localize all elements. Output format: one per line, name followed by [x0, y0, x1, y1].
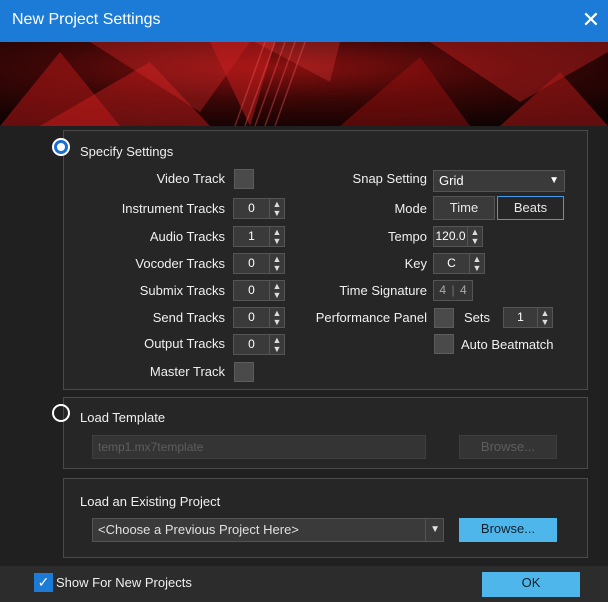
key-value: C [447, 256, 456, 270]
vocoder-tracks-value: 0 [248, 256, 255, 270]
template-browse-button[interactable]: Browse... [459, 435, 557, 459]
output-tracks-stepper[interactable]: 0 ▲ ▼ [233, 334, 285, 355]
checkmark-icon: ✓ [37, 574, 50, 590]
snap-setting-select[interactable]: Grid ▼ [433, 170, 565, 192]
stepper-arrows-icon[interactable]: ▲ ▼ [269, 308, 284, 327]
submix-tracks-stepper[interactable]: 0 ▲ ▼ [233, 280, 285, 301]
specify-settings-radio[interactable] [52, 138, 70, 156]
send-tracks-stepper[interactable]: 0 ▲ ▼ [233, 307, 285, 328]
close-icon[interactable]: ✕ [578, 6, 604, 34]
send-tracks-label: Send Tracks [152, 310, 225, 325]
vocoder-tracks-stepper[interactable]: 0 ▲ ▼ [233, 253, 285, 274]
sets-value: 1 [517, 310, 524, 324]
load-existing-label: Load an Existing Project [80, 494, 221, 509]
sets-label: Sets [464, 310, 491, 325]
load-template-label: Load Template [80, 410, 166, 425]
video-track-checkbox[interactable] [234, 169, 254, 189]
window-title: New Project Settings [12, 11, 161, 28]
mode-label: Mode [394, 201, 427, 216]
time-signature-denominator: 4 [459, 283, 467, 297]
previous-project-placeholder: <Choose a Previous Project Here> [98, 522, 299, 537]
performance-panel-checkbox[interactable] [434, 308, 454, 328]
previous-project-select[interactable]: <Choose a Previous Project Here> ▼ [92, 518, 444, 542]
instrument-tracks-stepper[interactable]: 0 ▲ ▼ [233, 198, 285, 219]
time-signature-numerator: 4 [439, 283, 447, 297]
show-new-projects-label: Show For New Projects [56, 575, 192, 590]
time-signature-field[interactable]: 4 | 4 [433, 280, 473, 301]
stepper-arrows-icon[interactable]: ▲ ▼ [469, 254, 484, 273]
chevron-down-icon: ▼ [549, 175, 559, 186]
key-label: Key [404, 256, 427, 271]
mode-time-button[interactable]: Time [433, 196, 495, 220]
tempo-stepper[interactable]: 120.0 ▲ ▼ [433, 226, 483, 247]
tempo-label: Tempo [387, 229, 427, 244]
audio-tracks-label: Audio Tracks [149, 229, 225, 244]
template-browse-label: Browse... [480, 439, 536, 454]
performance-panel-label: Performance Panel [315, 310, 427, 325]
audio-tracks-value: 1 [248, 229, 255, 243]
submix-tracks-value: 0 [248, 283, 255, 297]
existing-browse-button[interactable]: Browse... [459, 518, 557, 542]
existing-browse-label: Browse... [480, 521, 536, 536]
title-bar: New Project Settings ✕ [0, 0, 608, 42]
key-stepper[interactable]: C ▲ ▼ [433, 253, 485, 274]
send-tracks-value: 0 [248, 310, 255, 324]
specify-settings-label: Specify Settings [80, 144, 174, 159]
tempo-value: 120.0 [435, 229, 466, 243]
template-path-field[interactable]: temp1.mx7template [92, 435, 426, 459]
template-path-value: temp1.mx7template [98, 440, 204, 454]
stepper-arrows-icon[interactable]: ▲ ▼ [269, 335, 284, 354]
ok-label: OK [521, 575, 541, 590]
master-track-checkbox[interactable] [234, 362, 254, 382]
time-signature-label: Time Signature [339, 283, 427, 298]
stepper-arrows-icon[interactable]: ▲ ▼ [467, 227, 482, 246]
output-tracks-label: Output Tracks [144, 336, 225, 351]
mode-time-label: Time [449, 200, 479, 215]
audio-tracks-stepper[interactable]: 1 ▲ ▼ [233, 226, 285, 247]
ok-button[interactable]: OK [482, 572, 580, 597]
mode-beats-button[interactable]: Beats [497, 196, 564, 220]
sets-stepper[interactable]: 1 ▲ ▼ [503, 307, 553, 328]
stepper-arrows-icon[interactable]: ▲ ▼ [269, 199, 284, 218]
auto-beatmatch-label: Auto Beatmatch [461, 337, 554, 352]
instrument-tracks-value: 0 [248, 201, 255, 215]
stepper-arrows-icon[interactable]: ▲ ▼ [537, 308, 552, 327]
mode-beats-label: Beats [513, 200, 548, 215]
show-new-projects-checkbox[interactable]: ✓ [34, 573, 53, 592]
auto-beatmatch-checkbox[interactable] [434, 334, 454, 354]
video-track-label: Video Track [156, 171, 225, 186]
stepper-arrows-icon[interactable]: ▲ ▼ [269, 254, 284, 273]
instrument-tracks-label: Instrument Tracks [121, 201, 225, 216]
master-track-label: Master Track [149, 364, 225, 379]
stepper-arrows-icon[interactable]: ▲ ▼ [269, 281, 284, 300]
output-tracks-value: 0 [248, 337, 255, 351]
vocoder-tracks-label: Vocoder Tracks [135, 256, 225, 271]
submix-tracks-label: Submix Tracks [139, 283, 225, 298]
load-template-radio[interactable] [52, 404, 70, 422]
chevron-down-icon: ▼ [425, 519, 440, 541]
stepper-arrows-icon[interactable]: ▲ ▼ [269, 227, 284, 246]
header-banner-image [0, 42, 608, 126]
banner-artwork [0, 42, 608, 126]
snap-setting-value: Grid [439, 173, 464, 188]
snap-setting-label: Snap Setting [352, 171, 427, 186]
